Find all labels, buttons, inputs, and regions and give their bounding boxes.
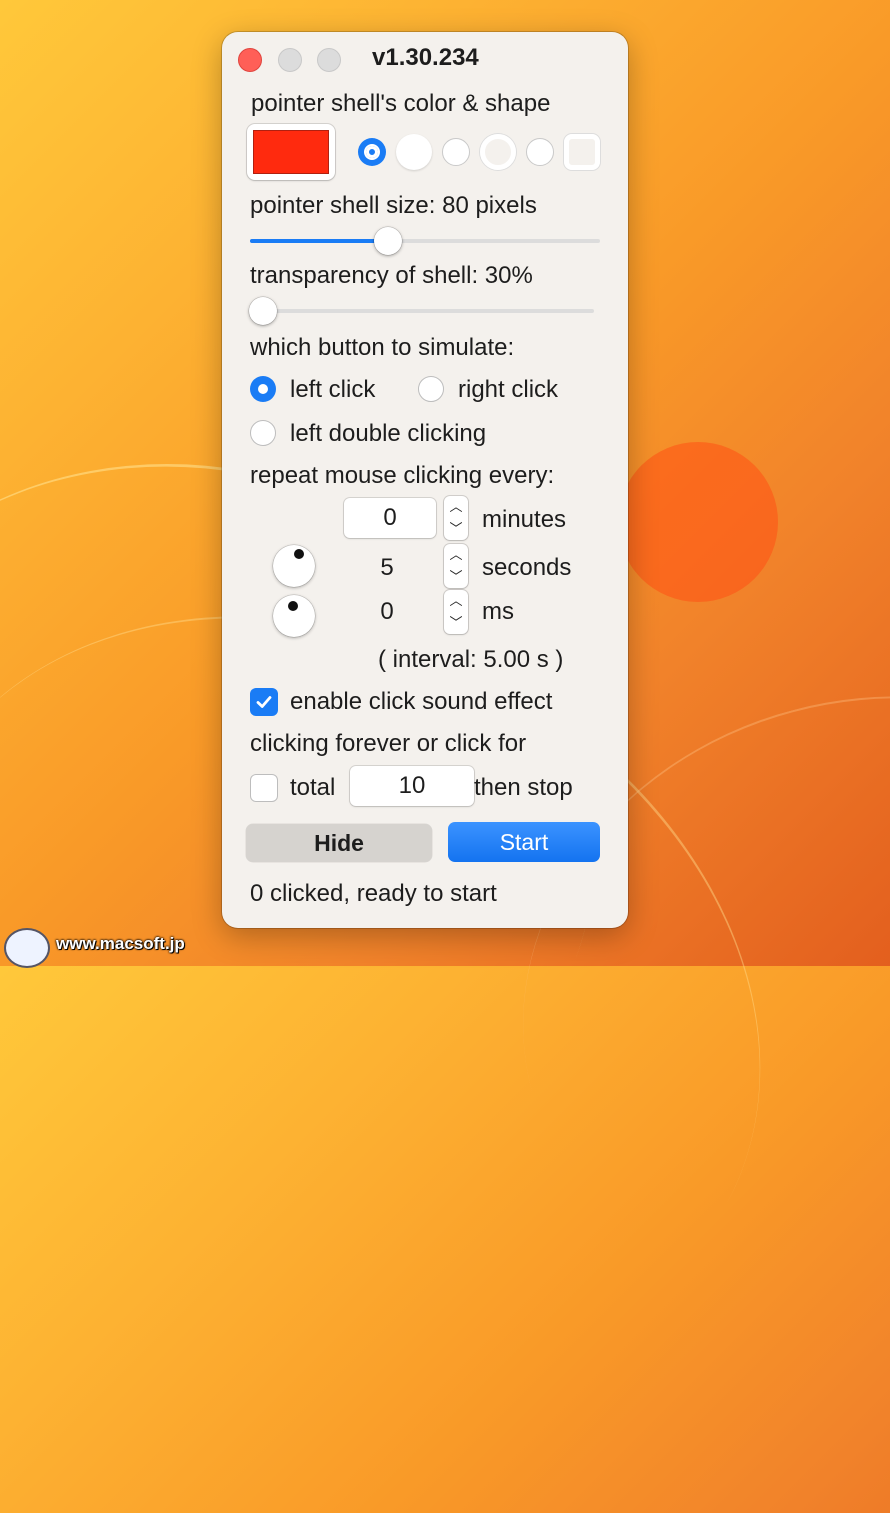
watermark: www.macsoft.jp — [0, 926, 220, 968]
chevron-up-icon[interactable]: ︿ — [444, 590, 468, 612]
seconds-knob[interactable] — [273, 545, 315, 587]
shell-size-slider-knob[interactable] — [374, 227, 402, 255]
seconds-value: 5 — [380, 554, 394, 581]
shell-color-shape-label: pointer shell's color & shape — [251, 90, 551, 117]
minutes-label: minutes — [482, 506, 567, 533]
app-window: v1.30.234 pointer shell's color & shape … — [222, 32, 628, 928]
seconds-stepper[interactable]: ︿ ﹀ — [444, 544, 468, 588]
repeat-label: repeat mouse clicking every: — [250, 462, 555, 489]
ms-value: 0 — [380, 598, 394, 625]
ms-label: ms — [482, 598, 514, 625]
shape-option-ring[interactable] — [480, 134, 516, 170]
left-click-label[interactable]: left click — [290, 376, 375, 404]
hide-button[interactable]: Hide — [246, 824, 432, 862]
start-button[interactable]: Start — [448, 822, 600, 862]
pointer-shell-overlay — [618, 442, 778, 602]
window-title: v1.30.234 — [372, 44, 479, 71]
status-text: 0 clicked, ready to start — [250, 880, 497, 907]
chevron-up-icon[interactable]: ︿ — [444, 544, 468, 566]
total-input[interactable]: 10 — [350, 766, 474, 806]
shape-option-filled-circle[interactable] — [396, 134, 432, 170]
then-stop-label: then stop — [474, 774, 573, 801]
sound-checkbox[interactable] — [250, 688, 278, 716]
shell-size-slider-fill — [250, 239, 388, 243]
left-click-radio[interactable] — [250, 376, 276, 402]
chevron-down-icon[interactable]: ﹀ — [444, 518, 468, 540]
chevron-down-icon[interactable]: ﹀ — [444, 612, 468, 634]
sound-label[interactable]: enable click sound effect — [290, 688, 552, 716]
minutes-input[interactable]: 0 — [344, 498, 436, 538]
right-click-label[interactable]: right click — [458, 376, 558, 404]
mascot-icon — [4, 928, 50, 968]
transparency-label: transparency of shell: 30% — [250, 262, 533, 289]
transparency-slider[interactable] — [250, 309, 594, 313]
close-button[interactable] — [238, 48, 262, 72]
watermark-text: www.macsoft.jp — [56, 934, 185, 953]
ms-knob[interactable] — [273, 595, 315, 637]
ms-stepper[interactable]: ︿ ﹀ — [444, 590, 468, 634]
shape-option-circle-dot[interactable] — [358, 138, 386, 166]
interval-text: ( interval: 5.00 s ) — [378, 646, 564, 673]
shell-color-well[interactable] — [247, 124, 335, 180]
right-click-radio[interactable] — [418, 376, 444, 402]
total-checkbox[interactable] — [250, 774, 278, 802]
minutes-stepper[interactable]: ︿ ﹀ — [444, 496, 468, 540]
double-click-label[interactable]: left double clicking — [290, 420, 486, 448]
limit-label: clicking forever or click for — [250, 730, 527, 757]
shell-size-label: pointer shell size: 80 pixels — [250, 192, 537, 219]
total-label[interactable]: total — [290, 774, 335, 802]
shell-size-slider[interactable] — [250, 239, 600, 243]
transparency-slider-knob[interactable] — [249, 297, 277, 325]
seconds-label: seconds — [482, 554, 572, 581]
chevron-up-icon[interactable]: ︿ — [444, 496, 468, 518]
zoom-button[interactable] — [317, 48, 341, 72]
shell-color-swatch — [253, 130, 329, 174]
button-simulate-label: which button to simulate: — [250, 334, 515, 361]
shape-option-small-circle[interactable] — [442, 138, 470, 166]
checkmark-icon — [256, 696, 272, 708]
chevron-down-icon[interactable]: ﹀ — [444, 566, 468, 588]
minimize-button[interactable] — [278, 48, 302, 72]
shape-option-rounded-square[interactable] — [564, 134, 600, 170]
double-click-radio[interactable] — [250, 420, 276, 446]
shape-option-small-circle-2[interactable] — [526, 138, 554, 166]
